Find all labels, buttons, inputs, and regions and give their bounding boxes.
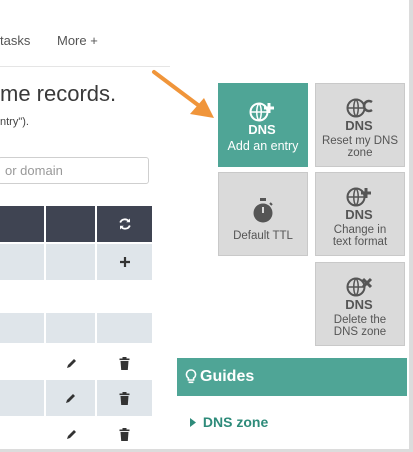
add-row-button[interactable] bbox=[97, 244, 152, 280]
table-row-filter bbox=[0, 313, 152, 343]
page-title: me records. bbox=[0, 81, 117, 106]
svg-text:DNS: DNS bbox=[345, 207, 373, 221]
dns-reset-icon: DNS bbox=[345, 98, 373, 132]
edit-button[interactable] bbox=[46, 380, 96, 416]
add-entry-button[interactable]: DNS Add an entry bbox=[218, 83, 308, 167]
nav-more[interactable]: More + bbox=[57, 33, 98, 48]
refresh-icon bbox=[118, 218, 131, 230]
search-input[interactable] bbox=[0, 158, 145, 183]
change-text-label-2: text format bbox=[332, 236, 388, 248]
svg-text:DNS: DNS bbox=[345, 118, 373, 132]
guide-link-dns-zone[interactable]: DNS zone bbox=[190, 414, 268, 430]
svg-text:DNS: DNS bbox=[248, 122, 276, 136]
dns-add-icon: DNS bbox=[248, 102, 276, 136]
nav-tasks[interactable]: tasks bbox=[0, 33, 30, 48]
edit-button[interactable] bbox=[46, 416, 96, 452]
edit-icon bbox=[66, 393, 75, 403]
refresh-button[interactable] bbox=[97, 206, 152, 242]
edit-button[interactable] bbox=[46, 345, 96, 381]
change-text-label-1: Change in bbox=[333, 224, 387, 236]
search-field[interactable] bbox=[0, 157, 149, 184]
table-header bbox=[0, 206, 152, 242]
reset-zone-label-2: zone bbox=[347, 147, 373, 159]
right-edge bbox=[409, 0, 413, 452]
table-row bbox=[0, 416, 152, 452]
dns-delete-icon: DNS bbox=[345, 277, 373, 311]
delete-zone-label-1: Delete the bbox=[333, 314, 387, 326]
table-row-add bbox=[0, 244, 152, 280]
reset-zone-button[interactable]: DNS Reset my DNS zone bbox=[315, 83, 405, 167]
edit-icon bbox=[66, 429, 76, 439]
lightbulb-icon bbox=[185, 369, 197, 384]
page-subtitle: ntry"). bbox=[0, 116, 29, 128]
delete-zone-button[interactable]: DNS Delete the DNS zone bbox=[315, 262, 405, 346]
default-ttl-button[interactable]: Default TTL bbox=[218, 172, 308, 256]
default-ttl-label: Default TTL bbox=[233, 230, 293, 242]
delete-icon bbox=[119, 391, 130, 405]
delete-button[interactable] bbox=[97, 345, 152, 381]
delete-zone-label-2: DNS zone bbox=[333, 326, 387, 338]
guides-title: Guides bbox=[200, 368, 255, 385]
table-row bbox=[0, 380, 152, 416]
delete-icon bbox=[119, 427, 130, 441]
chevron-right-icon bbox=[190, 418, 196, 427]
guides-header: Guides bbox=[177, 358, 407, 396]
guide-link-label: DNS zone bbox=[202, 414, 269, 430]
edit-icon bbox=[66, 358, 76, 368]
delete-button[interactable] bbox=[97, 380, 152, 416]
change-text-format-button[interactable]: DNS Change in text format bbox=[315, 172, 405, 256]
callout-arrow-icon bbox=[152, 70, 214, 118]
delete-icon bbox=[119, 356, 130, 370]
add-entry-label: Add an entry bbox=[227, 139, 299, 153]
reset-zone-label-1: Reset my DNS bbox=[321, 135, 399, 147]
stopwatch-icon bbox=[253, 198, 273, 223]
svg-text:DNS: DNS bbox=[345, 297, 373, 311]
delete-button[interactable] bbox=[97, 416, 152, 452]
dns-text-icon: DNS bbox=[345, 187, 373, 221]
table-row bbox=[0, 345, 152, 381]
plus-icon bbox=[119, 257, 130, 267]
nav-divider bbox=[0, 66, 170, 67]
